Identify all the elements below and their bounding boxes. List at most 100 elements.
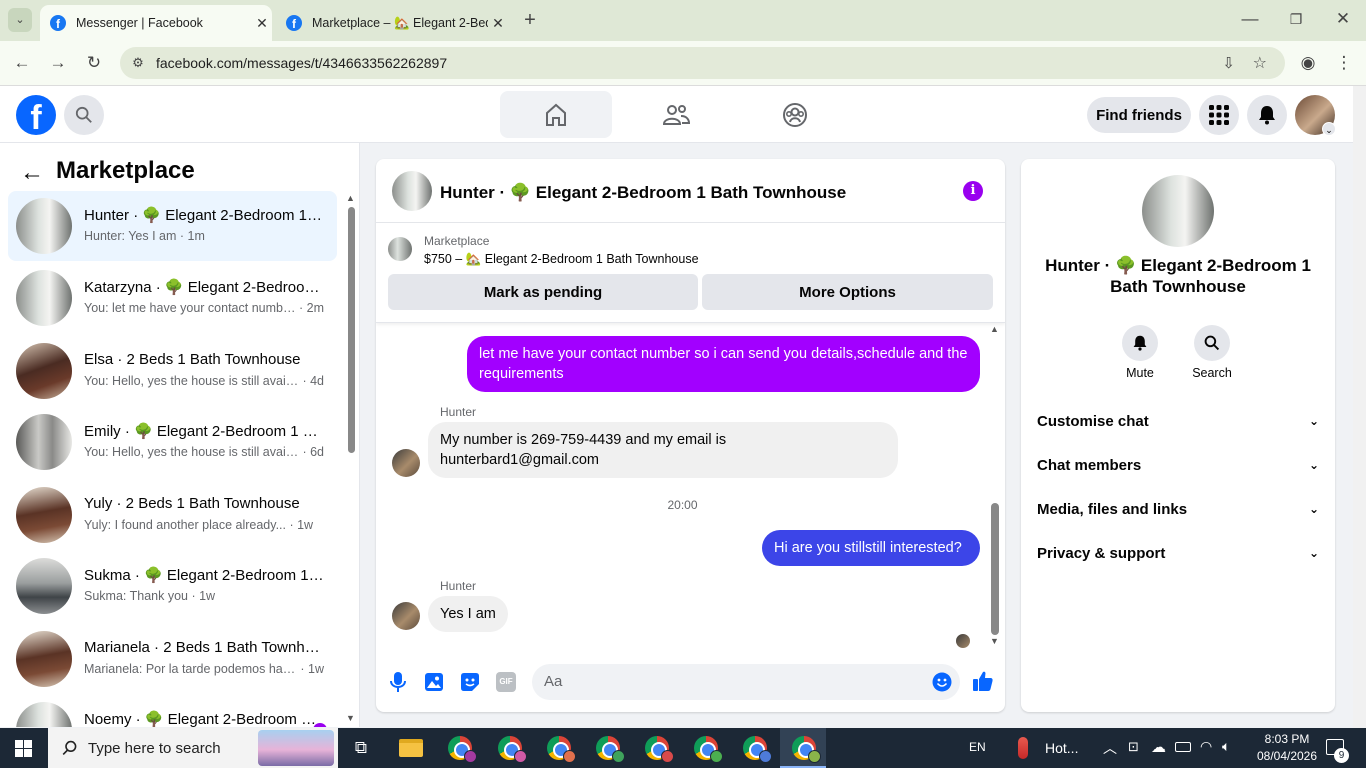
- search-button[interactable]: [64, 95, 104, 135]
- listing-title[interactable]: $750 – 🏡 Elegant 2-Bedroom 1 Bath Townho…: [424, 252, 699, 267]
- section-privacy-support[interactable]: Privacy & support ⌄: [1037, 538, 1319, 568]
- sender-avatar[interactable]: [392, 449, 420, 477]
- back-icon[interactable]: ←: [10, 51, 34, 75]
- search-icon: [75, 106, 92, 123]
- message-bubble-received[interactable]: Yes I am: [428, 596, 508, 632]
- install-app-icon[interactable]: ⇩: [1222, 54, 1235, 72]
- mark-as-pending-button[interactable]: Mark as pending: [388, 274, 698, 310]
- conversation-item[interactable]: Marianela · 2 Beds 1 Bath Townhouse Mari…: [8, 624, 337, 694]
- gif-icon[interactable]: GIF: [496, 672, 516, 692]
- section-chat-members[interactable]: Chat members ⌄: [1037, 450, 1319, 480]
- photo-icon[interactable]: [424, 672, 444, 692]
- nav-friends[interactable]: [620, 91, 732, 138]
- windows-start-icon[interactable]: [15, 740, 32, 757]
- sidebar-scroll-up-icon[interactable]: ▲: [346, 193, 355, 203]
- chrome-taskbar-icon[interactable]: [741, 734, 772, 763]
- minimize-icon[interactable]: —: [1238, 7, 1262, 31]
- section-media-files-links[interactable]: Media, files and links ⌄: [1037, 494, 1319, 524]
- tab-title: Messenger | Facebook: [76, 16, 203, 30]
- tray-app-icon[interactable]: ⊡: [1128, 739, 1139, 755]
- profile-name[interactable]: Hunter · 🌳 Elegant 2-Bedroom 1 Bath Town…: [1037, 255, 1319, 297]
- chat-avatar[interactable]: [392, 171, 432, 211]
- task-view-icon[interactable]: ⧉: [347, 734, 375, 762]
- language-indicator[interactable]: EN: [969, 740, 986, 754]
- conversation-avatar: [16, 270, 72, 326]
- close-tab-icon[interactable]: ✕: [252, 15, 272, 32]
- unread-dot: [313, 723, 327, 727]
- emoji-icon[interactable]: [932, 672, 952, 692]
- message-bubble-received[interactable]: My number is 269-759-4439 and my email i…: [428, 422, 898, 478]
- chrome-taskbar-icon[interactable]: [692, 734, 723, 763]
- clock-time[interactable]: 8:03 PM: [1249, 732, 1325, 746]
- reload-icon[interactable]: ↻: [82, 51, 106, 75]
- notifications-button[interactable]: [1247, 95, 1287, 135]
- sidebar-scrollbar[interactable]: [348, 207, 355, 453]
- battery-icon[interactable]: [1175, 742, 1191, 752]
- listing-thumbnail[interactable]: [388, 237, 412, 261]
- conversation-item[interactable]: Emily · 🌳 Elegant 2-Bedroom 1 Bath Townh…: [8, 407, 337, 477]
- tab-messenger[interactable]: f Messenger | Facebook ✕: [40, 5, 272, 41]
- conversation-item[interactable]: Katarzyna · 🌳 Elegant 2-Bedroom 1 Bath T…: [8, 263, 337, 333]
- mute-button[interactable]: [1122, 325, 1158, 361]
- new-tab-icon[interactable]: +: [518, 8, 542, 32]
- conversation-item[interactable]: Noemy · 🌳 Elegant 2-Bedroom 1 Bath Townh…: [8, 695, 337, 727]
- conversation-item[interactable]: Sukma · 🌳 Elegant 2-Bedroom 1 Bath Townh…: [8, 551, 337, 621]
- profile-icon[interactable]: ◉: [1296, 51, 1320, 75]
- chrome-taskbar-active[interactable]: [780, 728, 826, 768]
- conversation-item[interactable]: Elsa · 2 Beds 1 Bath Townhouse You: Hell…: [8, 336, 337, 406]
- search-in-conversation-button[interactable]: [1194, 325, 1230, 361]
- file-explorer-icon[interactable]: [397, 734, 425, 762]
- forward-icon[interactable]: →: [46, 51, 70, 75]
- chrome-taskbar-icon[interactable]: [643, 734, 674, 763]
- message-input[interactable]: Aa: [532, 664, 960, 700]
- bookmark-star-icon[interactable]: ☆: [1253, 53, 1267, 73]
- chrome-taskbar-icon[interactable]: [594, 734, 625, 763]
- chat-scrollbar[interactable]: [991, 503, 999, 635]
- tab-marketplace[interactable]: f Marketplace – 🏡 Elegant 2-Bedroom 1 Ba…: [276, 5, 508, 41]
- sender-avatar[interactable]: [392, 602, 420, 630]
- message-bubble-sent[interactable]: Hi are you stillstill interested?: [762, 530, 980, 566]
- chrome-taskbar-icon[interactable]: [496, 734, 527, 763]
- find-friends-button[interactable]: Find friends: [1087, 97, 1191, 133]
- chat-title[interactable]: Hunter · 🌳 Elegant 2-Bedroom 1 Bath Town…: [440, 183, 846, 203]
- onedrive-cloud-icon[interactable]: ☁: [1151, 738, 1166, 756]
- message-bubble-sent[interactable]: let me have your contact number so i can…: [467, 336, 980, 392]
- page-scrollbar[interactable]: [1353, 86, 1366, 728]
- chat-scroll-up-icon[interactable]: ▲: [990, 324, 999, 334]
- menu-button[interactable]: [1199, 95, 1239, 135]
- close-tab-icon[interactable]: ✕: [488, 15, 508, 32]
- more-options-button[interactable]: More Options: [702, 274, 993, 310]
- conversation-info-icon[interactable]: i: [963, 181, 983, 201]
- back-arrow-icon[interactable]: ←: [20, 159, 44, 187]
- taskbar-search-box[interactable]: Type here to search: [48, 728, 338, 768]
- clock-date[interactable]: 08/04/2026: [1249, 749, 1325, 763]
- weather-thermometer-icon[interactable]: [1018, 737, 1028, 759]
- conversation-item[interactable]: Yuly · 2 Beds 1 Bath Townhouse Yuly: I f…: [8, 480, 337, 550]
- conversation-avatar: [16, 702, 72, 727]
- tab-search-icon[interactable]: ⌄: [8, 8, 32, 32]
- nav-home[interactable]: [500, 91, 612, 138]
- conversation-item[interactable]: Hunter · 🌳 Elegant 2-Bedroom 1 Bath Town…: [8, 191, 337, 261]
- profile-avatar[interactable]: [1142, 175, 1214, 247]
- volume-icon[interactable]: 🔈︎: [1222, 738, 1230, 755]
- close-window-icon[interactable]: ✕: [1331, 7, 1355, 31]
- browser-toolbar: ← → ↻ ⚙ facebook.com/messages/t/43466335…: [0, 41, 1366, 86]
- show-hidden-icons-icon[interactable]: ︿: [1103, 738, 1117, 758]
- site-settings-icon[interactable]: ⚙: [120, 55, 156, 71]
- sidebar-scroll-down-icon[interactable]: ▼: [346, 713, 355, 723]
- nav-groups[interactable]: [739, 91, 851, 138]
- chat-scroll-down-icon[interactable]: ▼: [990, 636, 999, 646]
- address-bar[interactable]: ⚙ facebook.com/messages/t/43466335622628…: [120, 47, 1285, 79]
- section-customise-chat[interactable]: Customise chat ⌄: [1037, 406, 1319, 436]
- wifi-icon[interactable]: ◠: [1200, 738, 1212, 755]
- restore-icon[interactable]: ❐: [1284, 7, 1308, 31]
- chrome-taskbar-icon[interactable]: [446, 734, 477, 763]
- microphone-icon[interactable]: [388, 671, 408, 693]
- chrome-taskbar-icon[interactable]: [545, 734, 576, 763]
- sticker-icon[interactable]: [460, 672, 480, 692]
- weather-text[interactable]: Hot...: [1045, 740, 1078, 756]
- browser-menu-icon[interactable]: ⋮: [1332, 51, 1356, 75]
- thumbs-up-icon[interactable]: [972, 670, 994, 692]
- account-chevron-icon[interactable]: ⌄: [1322, 122, 1336, 136]
- facebook-logo-icon[interactable]: f: [16, 95, 56, 135]
